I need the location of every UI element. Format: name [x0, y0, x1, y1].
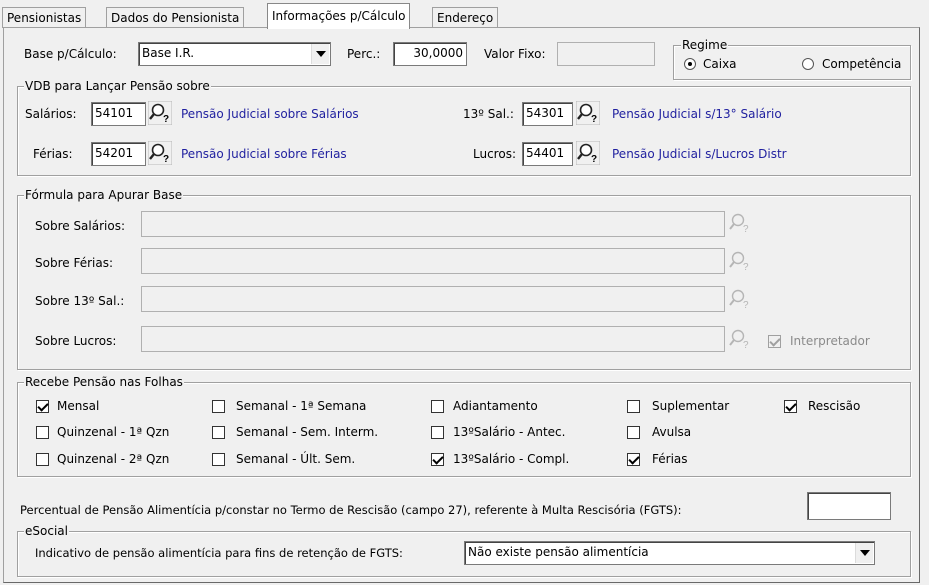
svg-text:?: ? — [743, 300, 749, 311]
svg-text:?: ? — [743, 224, 749, 235]
valor-fixo-label: Valor Fixo: — [484, 47, 546, 61]
chevron-down-icon[interactable] — [311, 44, 329, 64]
interpretador-checkbox[interactable] — [768, 335, 781, 348]
esocial-value: Não existe pensão alimentícia — [468, 545, 649, 559]
formula-lucros-input[interactable] — [141, 326, 725, 352]
vdb-lucros-label: Lucros: — [473, 147, 516, 161]
folha-adiantamento-label: Adiantamento — [453, 399, 538, 413]
folhas-title: Recebe Pensão nas Folhas — [24, 374, 184, 390]
tab-dados-do-pensionista[interactable]: Dados do Pensionista — [106, 7, 245, 28]
folha-semanal-1-label: Semanal - 1ª Semana — [236, 399, 367, 413]
vdb-title: VDB para Lançar Pensão sobre — [24, 78, 211, 94]
folha-quinzenal-1-checkbox[interactable] — [36, 426, 49, 439]
tab-pensionistas[interactable]: Pensionistas — [2, 7, 87, 28]
vdb-ferias-code-input[interactable]: 54201 — [91, 142, 146, 166]
search-icon[interactable]: ? — [728, 327, 752, 351]
vdb-ferias-label: Férias: — [33, 147, 73, 161]
esocial-title: eSocial — [24, 523, 69, 539]
folha-suplementar-checkbox[interactable] — [627, 400, 640, 413]
formula-decimo-input[interactable] — [141, 286, 725, 312]
search-icon[interactable]: ? — [576, 101, 600, 125]
formula-salarios-label: Sobre Salários: — [35, 219, 126, 233]
vdb-ferias-desc: Pensão Judicial sobre Férias — [181, 147, 347, 161]
folha-13-antec-label: 13ºSalário - Antec. — [453, 425, 566, 439]
esocial-label: Indicativo de pensão alimentícia para fi… — [35, 546, 403, 560]
perc-input[interactable]: 30,0000 — [393, 42, 467, 66]
regime-caixa-radio[interactable] — [684, 58, 696, 70]
vdb-lucros-code-input[interactable]: 54401 — [522, 142, 573, 166]
search-icon[interactable]: ? — [728, 249, 752, 273]
folha-semanal-1-checkbox[interactable] — [212, 400, 225, 413]
percentual-input[interactable] — [807, 492, 891, 520]
svg-text:?: ? — [743, 262, 749, 273]
search-icon[interactable]: ? — [728, 287, 752, 311]
folha-adiantamento-checkbox[interactable] — [431, 400, 444, 413]
folha-avulsa-label: Avulsa — [652, 425, 692, 439]
folha-semanal-ult-checkbox[interactable] — [212, 453, 225, 466]
base-calculo-label: Base p/Cálculo: — [24, 47, 117, 61]
formula-ferias-label: Sobre Férias: — [35, 256, 113, 270]
formula-title: Fórmula para Apurar Base — [24, 187, 184, 203]
perc-label: Perc.: — [347, 47, 381, 61]
folha-semanal-interm-checkbox[interactable] — [212, 426, 225, 439]
formula-lucros-label: Sobre Lucros: — [35, 334, 117, 348]
percentual-label: Percentual de Pensão Alimentícia p/const… — [20, 503, 682, 517]
base-calculo-select[interactable]: Base I.R. — [138, 42, 331, 66]
svg-text:?: ? — [591, 114, 597, 125]
search-icon[interactable]: ? — [576, 141, 600, 165]
folha-mensal-label: Mensal — [57, 399, 100, 413]
vdb-salarios-label: Salários: — [25, 107, 77, 121]
folha-rescisao-label: Rescisão — [808, 399, 861, 413]
svg-text:?: ? — [591, 154, 597, 165]
vdb-decimo-label: 13º Sal.: — [463, 107, 514, 121]
folha-quinzenal-2-checkbox[interactable] — [36, 453, 49, 466]
regime-competencia-label: Competência — [822, 57, 902, 71]
regime-title: Regime — [681, 37, 729, 53]
formula-ferias-input[interactable] — [141, 248, 725, 274]
tab-strip: Pensionistas Dados do Pensionista Inform… — [0, 0, 929, 29]
folha-13-antec-checkbox[interactable] — [431, 426, 444, 439]
folha-13-compl-checkbox[interactable] — [431, 453, 444, 466]
folha-ferias-label: Férias — [652, 452, 688, 466]
folha-rescisao-checkbox[interactable] — [784, 400, 797, 413]
svg-text:?: ? — [743, 340, 749, 351]
vdb-lucros-desc: Pensão Judicial s/Lucros Distr — [612, 147, 787, 161]
svg-text:?: ? — [163, 114, 169, 125]
folha-quinzenal-2-label: Quinzenal - 2ª Qzn — [57, 452, 170, 466]
base-calculo-value: Base I.R. — [142, 46, 195, 60]
formula-salarios-input[interactable] — [141, 211, 725, 237]
folha-avulsa-checkbox[interactable] — [627, 426, 640, 439]
tab-informacoes-calculo[interactable]: Informações p/Cálculo — [267, 3, 411, 29]
svg-text:?: ? — [163, 154, 169, 165]
vdb-decimo-desc: Pensão Judicial s/13° Salário — [612, 107, 782, 121]
search-icon[interactable]: ? — [148, 101, 172, 125]
folha-mensal-checkbox[interactable] — [36, 400, 49, 413]
chevron-down-icon[interactable] — [855, 543, 873, 563]
folha-quinzenal-1-label: Quinzenal - 1ª Qzn — [57, 425, 170, 439]
vdb-salarios-desc: Pensão Judicial sobre Salários — [181, 107, 359, 121]
search-icon[interactable]: ? — [728, 211, 752, 235]
formula-decimo-label: Sobre 13º Sal.: — [35, 294, 125, 308]
folha-semanal-ult-label: Semanal - Últ. Sem. — [236, 452, 356, 466]
folha-13-compl-label: 13ºSalário - Compl. — [453, 452, 570, 466]
search-icon[interactable]: ? — [148, 141, 172, 165]
esocial-select[interactable]: Não existe pensão alimentícia — [464, 541, 875, 565]
folha-semanal-interm-label: Semanal - Sem. Interm. — [236, 425, 379, 439]
valor-fixo-input[interactable] — [557, 42, 655, 66]
interpretador-label: Interpretador — [790, 334, 870, 348]
vdb-salarios-code-input[interactable]: 54101 — [91, 102, 146, 126]
folha-suplementar-label: Suplementar — [652, 399, 730, 413]
regime-caixa-label: Caixa — [703, 57, 737, 71]
folha-ferias-checkbox[interactable] — [627, 453, 640, 466]
regime-competencia-radio[interactable] — [802, 58, 814, 70]
tab-endereco[interactable]: Endereço — [432, 7, 499, 28]
vdb-decimo-code-input[interactable]: 54301 — [522, 102, 573, 126]
